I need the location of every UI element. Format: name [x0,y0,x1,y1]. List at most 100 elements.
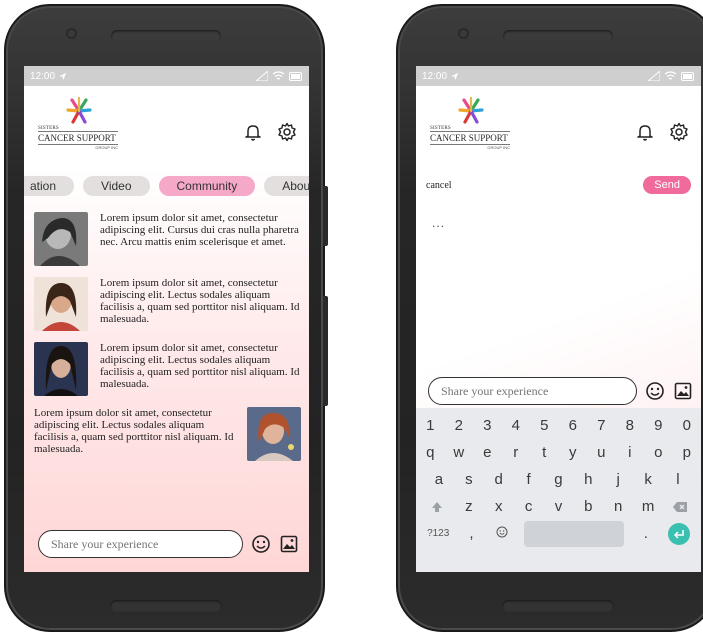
wifi-icon [272,71,285,80]
image-icon[interactable] [279,534,299,554]
avatar [34,277,88,331]
signal-icon [256,71,268,81]
phone-frame-right: 12:00 SISTERS CANCER SUPPORT GROUP INC c… [396,4,703,632]
draft-text: ... [432,216,446,230]
wifi-icon [664,71,677,80]
bell-icon[interactable] [243,122,263,142]
send-button[interactable]: Send [643,176,691,194]
logo-main-text: CANCER SUPPORT [430,131,510,143]
list-item[interactable]: Lorem ipsum dolor sit amet, consectetur … [34,212,301,266]
keyboard-row-3: z x c v b n m [416,493,701,520]
key-4[interactable]: 4 [508,417,524,434]
share-experience-input[interactable] [428,377,637,405]
status-bar: 12:00 [416,66,701,86]
key-h[interactable]: h [580,471,596,488]
post-text: Lorem ipsum dolor sit amet, consectetur … [100,212,299,248]
bell-icon[interactable] [635,122,655,142]
key-t[interactable]: t [536,444,552,461]
key-v[interactable]: v [550,498,566,515]
screen-compose: 12:00 SISTERS CANCER SUPPORT GROUP INC c… [416,66,701,572]
image-icon[interactable] [673,381,693,401]
emoji-icon[interactable] [645,381,665,401]
emoji-icon[interactable] [251,534,271,554]
key-y[interactable]: y [565,444,581,461]
key-3[interactable]: 3 [479,417,495,434]
post-list: Lorem ipsum dolor sit amet, consectetur … [34,212,301,472]
gear-icon[interactable] [669,122,689,142]
list-item[interactable]: Lorem ipsum dolor sit amet, consectetur … [34,277,301,331]
status-time: 12:00 [422,70,448,82]
avatar [34,212,88,266]
comma-key[interactable]: , [463,525,479,542]
share-bar [38,530,299,558]
tab-about-us[interactable]: About-us [264,176,309,196]
symbols-key[interactable]: ?123 [427,528,449,539]
logo-mark-icon [66,96,92,124]
cancel-button[interactable]: cancel [426,180,452,191]
key-d[interactable]: d [491,471,507,488]
enter-key-icon[interactable] [667,522,690,545]
location-arrow-icon [450,72,459,80]
key-z[interactable]: z [461,498,477,515]
logo: SISTERS CANCER SUPPORT GROUP INC [38,96,118,150]
list-item[interactable]: Lorem ipsum dolor sit amet, consectetur … [34,342,301,396]
gear-icon[interactable] [277,122,297,142]
key-p[interactable]: p [679,444,695,461]
key-r[interactable]: r [508,444,524,461]
community-feed: ation Video Community About-us Co Lorem … [24,168,309,572]
key-k[interactable]: k [640,471,656,488]
avatar [247,407,301,461]
key-9[interactable]: 9 [650,417,666,434]
key-8[interactable]: 8 [622,417,638,434]
key-a[interactable]: a [431,471,447,488]
key-x[interactable]: x [491,498,507,515]
key-5[interactable]: 5 [536,417,552,434]
key-w[interactable]: w [451,444,467,461]
key-g[interactable]: g [550,471,566,488]
key-o[interactable]: o [650,444,666,461]
battery-icon [289,71,302,81]
keyboard-number-row: 1 2 3 4 5 6 7 8 9 0 [416,412,701,439]
list-item[interactable]: Lorem ipsum dolor sit amet, consectetur … [34,407,301,461]
volume-button [323,186,328,246]
power-button [323,296,328,406]
key-2[interactable]: 2 [451,417,467,434]
logo-main-text: CANCER SUPPORT [38,131,118,143]
space-key[interactable] [523,520,624,547]
compose-area: cancel Send ... 1 2 3 4 5 [416,168,701,572]
post-text: Lorem ipsum dolor sit amet, consectetur … [34,407,234,455]
keyboard-row-2: a s d f g h j k l [416,466,701,493]
key-q[interactable]: q [422,444,438,461]
key-u[interactable]: u [593,444,609,461]
key-0[interactable]: 0 [679,417,695,434]
avatar [34,342,88,396]
logo-sub-text: GROUP INC [430,144,510,150]
key-i[interactable]: i [622,444,638,461]
key-m[interactable]: m [640,498,656,515]
status-time: 12:00 [30,70,56,82]
tab-community[interactable]: Community [158,176,256,196]
key-s[interactable]: s [461,471,477,488]
key-f[interactable]: f [521,471,537,488]
shift-key-icon[interactable] [427,500,447,514]
key-1[interactable]: 1 [422,417,438,434]
key-e[interactable]: e [479,444,495,461]
key-c[interactable]: c [521,498,537,515]
key-7[interactable]: 7 [593,417,609,434]
category-tabs: ation Video Community About-us Co [24,176,309,196]
backspace-key-icon[interactable] [670,501,690,513]
logo-sub-text: GROUP INC [38,144,118,150]
status-bar: 12:00 [24,66,309,86]
key-6[interactable]: 6 [565,417,581,434]
logo: SISTERS CANCER SUPPORT GROUP INC [430,96,510,150]
key-j[interactable]: j [610,471,626,488]
emoji-key-icon[interactable] [494,525,510,542]
key-n[interactable]: n [610,498,626,515]
app-header: SISTERS CANCER SUPPORT GROUP INC [24,86,309,168]
tab-video[interactable]: Video [83,176,150,196]
tab-education[interactable]: ation [24,176,75,196]
key-l[interactable]: l [670,471,686,488]
share-experience-input[interactable] [38,530,243,558]
key-b[interactable]: b [580,498,596,515]
period-key[interactable]: . [638,525,654,542]
